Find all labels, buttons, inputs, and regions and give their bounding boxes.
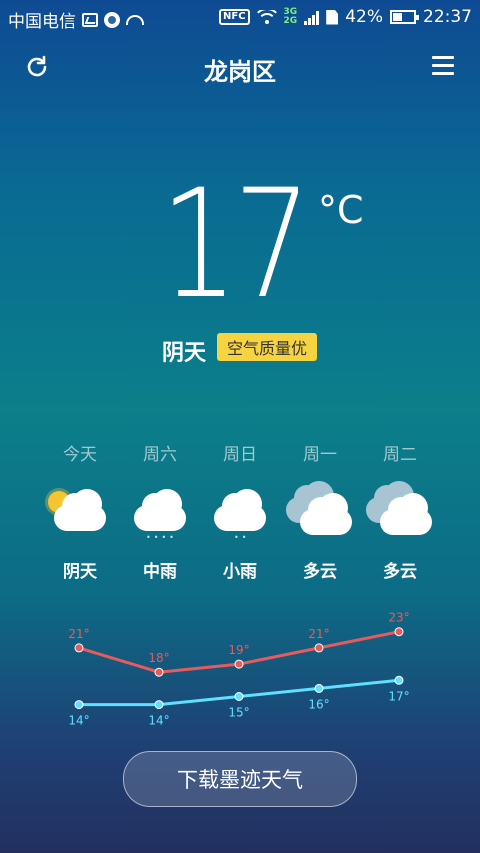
- low-temp-label: 14°: [148, 714, 169, 728]
- high-temp-label: 21°: [68, 627, 89, 641]
- app-header: 龙岗区: [0, 40, 480, 96]
- high-temp-label: 23°: [388, 611, 409, 625]
- high-temp-point: [314, 643, 324, 653]
- battery-icon: [390, 10, 419, 24]
- forecast-day[interactable]: 今天 阴天: [40, 440, 120, 582]
- forecast-day-name: 今天: [63, 445, 97, 465]
- status-bar: 中国电信 NFC 3G 2G 42% 22:37: [0, 0, 480, 34]
- cloudy-icon: [280, 481, 360, 539]
- low-temp-point: [394, 675, 404, 685]
- low-temp-label: 16°: [308, 697, 329, 711]
- forecast-condition: 小雨: [223, 562, 257, 582]
- high-temp-label: 21°: [308, 627, 329, 641]
- forecast-condition: 多云: [303, 562, 337, 582]
- battery-percent: 42%: [345, 7, 383, 27]
- gallery-notification-icon: [82, 12, 98, 27]
- clock: 22:37: [423, 7, 472, 27]
- air-quality-badge[interactable]: 空气质量优: [217, 333, 318, 361]
- android-notification-icon: [126, 14, 144, 25]
- high-temp-label: 19°: [228, 643, 249, 657]
- low-temp-label: 14°: [68, 714, 89, 728]
- low-temp-label: 17°: [388, 689, 409, 703]
- forecast-day-name: 周日: [223, 445, 257, 465]
- forecast-day[interactable]: 周六 •••• 中雨: [120, 440, 200, 582]
- low-temp-point: [154, 700, 164, 710]
- network-type-indicator: 3G 2G: [283, 7, 298, 26]
- forecast-condition: 阴天: [63, 562, 97, 582]
- partly-cloudy-icon: [40, 487, 120, 539]
- forecast-condition: 中雨: [143, 562, 177, 582]
- low-temp-point: [314, 683, 324, 693]
- forecast-condition: 多云: [383, 562, 417, 582]
- menu-icon[interactable]: [432, 56, 454, 76]
- temperature-trend-chart: 21° 18° 19° 21° 23° 14° 14° 15° 16° 17°: [68, 611, 409, 728]
- moderate-rain-icon: ••••: [120, 487, 200, 542]
- forecast-day[interactable]: 周二 多云: [360, 440, 440, 582]
- cloudy-icon: [360, 481, 440, 539]
- forecast-day-name: 周一: [303, 445, 337, 465]
- high-temp-label: 18°: [148, 651, 169, 665]
- forecast-day-name: 周二: [383, 445, 417, 465]
- light-rain-icon: ••: [200, 487, 280, 542]
- sim-icon: [326, 9, 339, 25]
- wifi-icon: [257, 10, 277, 24]
- qq-notification-icon: [104, 11, 120, 28]
- current-temperature: 17: [160, 158, 312, 332]
- high-temp-point: [394, 627, 404, 637]
- forecast-day[interactable]: 周日 •• 小雨: [200, 440, 280, 582]
- carrier-label: 中国电信: [8, 12, 76, 32]
- low-temp-point: [74, 700, 84, 710]
- forecast-day-name: 周六: [143, 445, 177, 465]
- high-temp-point: [154, 667, 164, 677]
- temperature-unit: °C: [318, 188, 364, 232]
- city-title: 龙岗区: [204, 58, 276, 86]
- download-app-button[interactable]: 下载墨迹天气: [123, 751, 357, 807]
- forecast-list: 今天 阴天 周六 •••• 中雨 周日 •• 小雨 周一 多云 周二 多云: [40, 440, 440, 582]
- nfc-icon: NFC: [219, 9, 250, 25]
- signal-icon: [304, 9, 320, 25]
- low-temp-label: 15°: [228, 706, 249, 720]
- forecast-day[interactable]: 周一 多云: [280, 440, 360, 582]
- high-temp-point: [74, 643, 84, 653]
- current-condition: 阴天: [162, 341, 207, 366]
- high-temp-point: [234, 659, 244, 669]
- low-temp-point: [234, 692, 244, 701]
